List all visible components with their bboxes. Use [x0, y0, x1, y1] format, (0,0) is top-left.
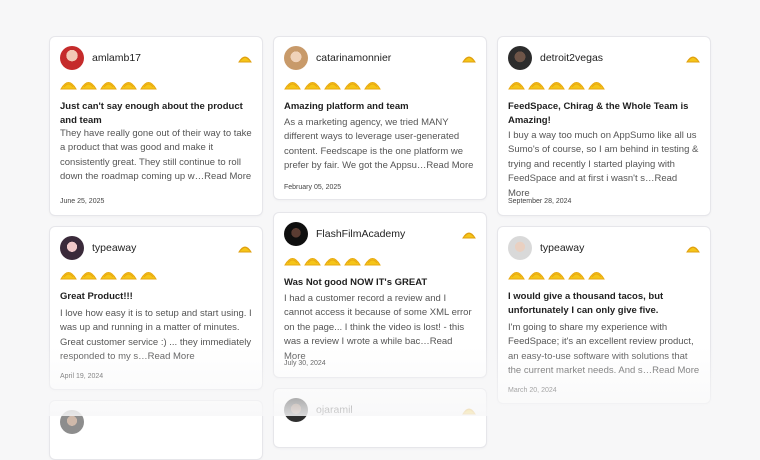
review-header: detroit2vegas	[508, 46, 700, 70]
review-header	[60, 410, 252, 434]
taco-rating-icon	[588, 272, 605, 280]
review-date: June 25, 2025	[60, 198, 105, 205]
rating-tacos	[508, 77, 605, 91]
avatar	[60, 46, 84, 70]
taco-icon	[462, 232, 476, 239]
review-header: FlashFilmAcademy	[284, 222, 476, 246]
review-card: catarinamonnier Amazing platform and tea…	[273, 36, 487, 200]
taco-rating-icon	[324, 82, 341, 90]
taco-rating-icon	[588, 82, 605, 90]
taco-icon	[462, 56, 476, 63]
review-text: I buy a way too much on AppSumo like all…	[508, 130, 699, 199]
taco-rating-icon	[508, 82, 525, 90]
taco-rating-icon	[568, 82, 585, 90]
review-date: April 19, 2024	[60, 373, 104, 380]
taco-rating-icon	[304, 82, 321, 90]
review-header: typeaway	[60, 236, 252, 260]
review-text: I had a customer record a review and I c…	[284, 293, 472, 362]
review-text: They have really gone out of their way t…	[60, 128, 252, 183]
avatar	[508, 236, 532, 260]
taco-icon	[462, 408, 476, 415]
rating-tacos	[284, 253, 381, 267]
reviewer-name: typeaway	[540, 242, 585, 254]
taco-rating-icon	[60, 82, 77, 90]
review-title: I would give a thousand tacos, but unfor…	[508, 291, 664, 316]
read-more-link[interactable]: Read More	[652, 365, 699, 376]
taco-rating-icon	[364, 82, 381, 90]
rating-tacos	[508, 267, 605, 281]
taco-rating-icon	[140, 272, 157, 280]
review-text: I love how easy it is to setup and start…	[60, 308, 252, 363]
review-date: February 05, 2025	[284, 184, 342, 191]
taco-rating-icon	[140, 82, 157, 90]
review-date: July 30, 2024	[284, 360, 326, 367]
taco-rating-icon	[324, 258, 341, 266]
review-title: Great Product!!!	[60, 291, 133, 302]
avatar	[284, 222, 308, 246]
taco-rating-icon	[568, 272, 585, 280]
taco-icon	[686, 246, 700, 253]
reviewer-name: typeaway	[92, 242, 137, 254]
review-header: amlamb17	[60, 46, 252, 70]
read-more-link[interactable]: Read More	[426, 160, 473, 171]
taco-rating-icon	[548, 272, 565, 280]
review-card: amlamb17 Just can't say enough about the…	[49, 36, 263, 216]
review-title: FeedSpace, Chirag & the Whole Team is Am…	[508, 101, 689, 126]
avatar	[508, 46, 532, 70]
rating-tacos	[284, 77, 381, 91]
taco-rating-icon	[548, 82, 565, 90]
taco-rating-icon	[100, 272, 117, 280]
reviewer-name: catarinamonnier	[316, 52, 392, 64]
review-date: September 28, 2024	[508, 198, 572, 205]
review-title: Amazing platform and team	[284, 101, 409, 112]
avatar	[60, 236, 84, 260]
avatar	[284, 46, 308, 70]
taco-rating-icon	[304, 258, 321, 266]
reviewer-name: amlamb17	[92, 52, 142, 64]
taco-icon	[238, 56, 252, 63]
review-text: As a marketing agency, we tried MANY dif…	[284, 117, 474, 172]
rating-tacos	[60, 77, 157, 91]
review-header: catarinamonnier	[284, 46, 476, 70]
taco-rating-icon	[120, 272, 137, 280]
taco-rating-icon	[80, 82, 97, 90]
review-title: Just can't say enough about the product …	[60, 101, 243, 126]
taco-rating-icon	[100, 82, 117, 90]
review-card	[49, 400, 263, 460]
review-header: typeaway	[508, 236, 700, 260]
taco-rating-icon	[344, 82, 361, 90]
taco-rating-icon	[508, 272, 525, 280]
taco-icon	[238, 246, 252, 253]
taco-rating-icon	[528, 272, 545, 280]
taco-rating-icon	[60, 272, 77, 280]
read-more-link[interactable]: Read More	[204, 171, 251, 182]
taco-rating-icon	[120, 82, 137, 90]
taco-rating-icon	[284, 258, 301, 266]
review-title: Was Not good NOW IT's GREAT	[284, 277, 428, 288]
reviewer-name: ojaramil	[316, 404, 353, 416]
taco-rating-icon	[80, 272, 97, 280]
taco-rating-icon	[344, 258, 361, 266]
review-card: typeaway Great Product!!! I love how eas…	[49, 226, 263, 390]
reviewer-name: FlashFilmAcademy	[316, 228, 406, 240]
rating-tacos	[60, 267, 157, 281]
taco-rating-icon	[364, 258, 381, 266]
review-card: typeaway I would give a thousand tacos, …	[497, 226, 711, 404]
review-card: detroit2vegas FeedSpace, Chirag & the Wh…	[497, 36, 711, 216]
review-text: I'm going to share my experience with Fe…	[508, 322, 700, 377]
taco-rating-icon	[284, 82, 301, 90]
avatar	[60, 410, 84, 434]
read-more-link[interactable]: Read More	[148, 351, 195, 362]
reviewer-name: detroit2vegas	[540, 52, 604, 64]
review-header: ojaramil	[284, 398, 476, 422]
review-date: March 20, 2024	[508, 387, 557, 394]
taco-rating-icon	[528, 82, 545, 90]
review-card: ojaramil	[273, 388, 487, 448]
taco-icon	[686, 56, 700, 63]
review-card: FlashFilmAcademy Was Not good NOW IT's G…	[273, 212, 487, 378]
avatar	[284, 398, 308, 422]
